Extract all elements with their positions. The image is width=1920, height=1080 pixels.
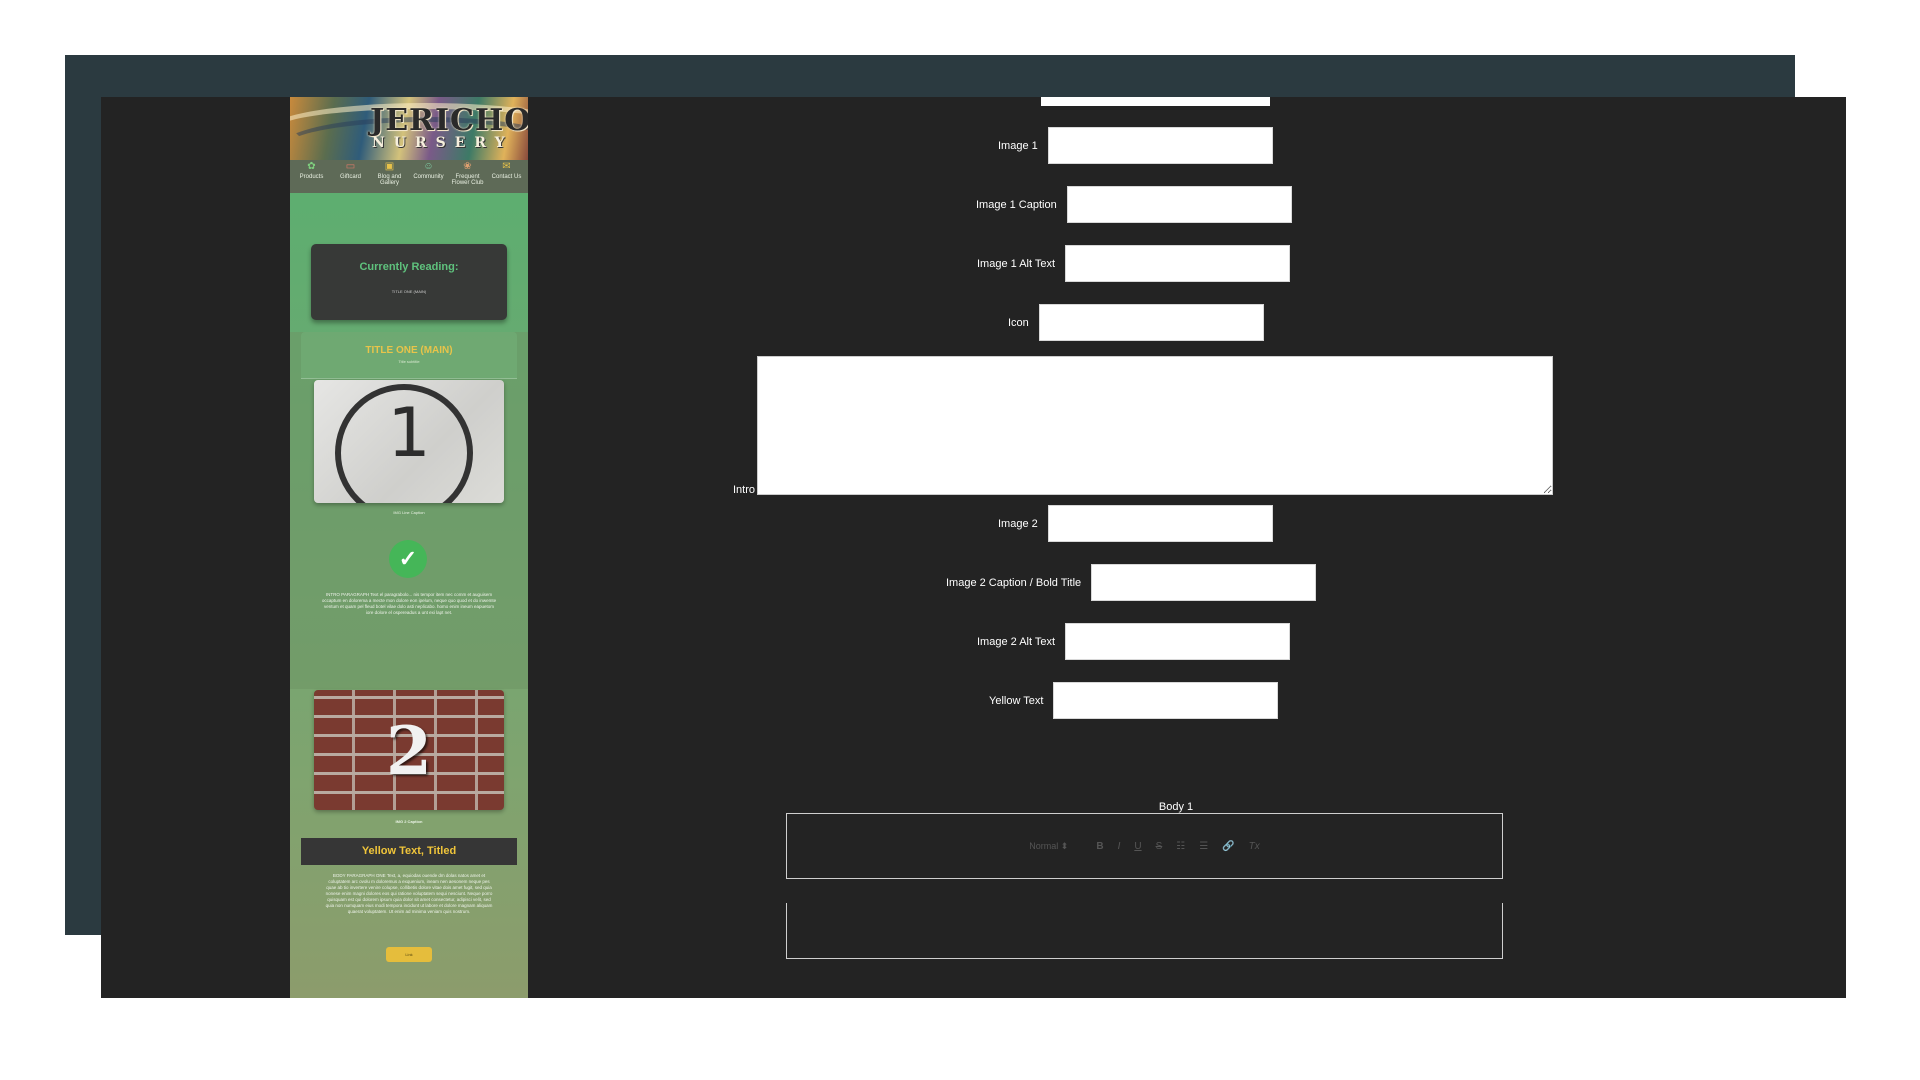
form-row-image-1-alt: Image 1 Alt Text <box>977 245 1291 282</box>
image-1-input[interactable] <box>1047 127 1273 164</box>
image-one: 1 <box>314 380 504 503</box>
preview-section-two: 2 IMG 2 Caption Yellow Text, Titled BODY… <box>290 689 528 998</box>
icon-input[interactable] <box>1038 304 1264 341</box>
nav-item-label: Blog and Gallery <box>377 174 402 186</box>
field-label: Image 2 Caption / Bold Title <box>946 576 1082 589</box>
body-paragraph: BODY PARAGRAPH ONE Text, a, equiodas oue… <box>325 873 493 914</box>
brand-banner: JERICHO NURSERY <box>290 97 528 160</box>
nav-item-flower-club[interactable]: ❀ Frequent Flower Club <box>451 161 485 187</box>
nav-item-label: Contact Us <box>491 174 522 180</box>
field-label: Image 2 <box>998 517 1038 530</box>
flower-icon: ❀ <box>463 161 472 172</box>
image-1-caption-input[interactable] <box>1066 186 1292 223</box>
form-row-image-2-alt: Image 2 Alt Text <box>977 623 1291 660</box>
clear-format-button[interactable]: Tx <box>1245 841 1264 852</box>
nav-item-label: Giftcard <box>339 174 361 180</box>
image-two-caption: IMG 2 Caption <box>395 819 423 824</box>
nav-item-giftcard[interactable]: ▭ Giftcard <box>334 161 368 181</box>
currently-reading-title: TITLE ONE (MAIN) <box>391 289 427 294</box>
partial-top-field[interactable] <box>1041 97 1270 106</box>
checkmark-icon: ✓ <box>389 540 427 578</box>
editor-window: JERICHO NURSERY ✿ Products ▭ Giftcard ▣ … <box>101 97 1846 998</box>
ordered-list-button[interactable]: ☷ <box>1172 841 1189 852</box>
field-label: Image 2 Alt Text <box>977 635 1056 648</box>
form-row-yellow-text: Yellow Text <box>989 682 1279 719</box>
yellow-text-input[interactable] <box>1053 682 1279 719</box>
bullet-list-button[interactable]: ☰ <box>1195 841 1212 852</box>
image-two: 2 <box>314 690 504 810</box>
field-label: Yellow Text <box>989 694 1044 707</box>
nav-item-contact[interactable]: ✉ Contact Us <box>490 161 524 181</box>
form-row-image-2: Image 2 <box>998 505 1273 542</box>
nav-item-community[interactable]: ☺ Community <box>412 161 446 181</box>
image-2-alt-text-input[interactable] <box>1065 623 1291 660</box>
body-1-label: Body 1 <box>1158 801 1194 813</box>
intro-paragraph: INTRO PARAGRAPH Text el paragrabolo... n… <box>321 592 497 615</box>
brand-logo-title: JERICHO <box>370 103 528 138</box>
image-1-alt-text-input[interactable] <box>1065 245 1291 282</box>
underline-button[interactable]: U <box>1130 841 1145 852</box>
heading-select[interactable]: Normal ⬍ <box>1025 841 1072 852</box>
mail-icon: ✉ <box>502 161 511 172</box>
cta-button[interactable]: Link <box>386 947 432 962</box>
gallery-icon: ▣ <box>384 161 395 172</box>
form-row-icon: Icon <box>1008 304 1264 341</box>
field-label: Image 1 <box>998 139 1038 152</box>
preview-section-one: TITLE ONE (MAIN) Title subtitle 1 IMG Li… <box>290 332 528 689</box>
image-one-number: 1 <box>387 394 431 473</box>
image-one-caption: IMG Line Caption <box>393 510 425 515</box>
section-one-title: TITLE ONE (MAIN) <box>365 345 453 356</box>
nav-item-blog-gallery[interactable]: ▣ Blog and Gallery <box>373 161 407 187</box>
field-label: Image 1 Alt Text <box>977 257 1056 270</box>
body-1-editor[interactable] <box>786 903 1503 959</box>
form-row-image-1: Image 1 <box>998 127 1273 164</box>
currently-reading-card: Currently Reading: TITLE ONE (MAIN) <box>311 244 507 320</box>
italic-button[interactable]: I <box>1114 841 1125 852</box>
plant-icon: ✿ <box>307 161 316 172</box>
email-preview[interactable]: JERICHO NURSERY ✿ Products ▭ Giftcard ▣ … <box>290 97 528 998</box>
nav-item-label: Products <box>299 174 324 180</box>
bold-button[interactable]: B <box>1092 841 1107 852</box>
field-label: Image 1 Caption <box>976 198 1057 211</box>
field-label: Icon <box>1008 316 1029 329</box>
chevron-down-icon: ⬍ <box>1060 840 1069 851</box>
form-row-image-2-caption: Image 2 Caption / Bold Title <box>946 564 1317 601</box>
yellow-text-title: Yellow Text, Titled <box>301 838 517 865</box>
strike-button[interactable]: S <box>1152 841 1167 852</box>
community-icon: ☺ <box>423 161 434 172</box>
preview-nav: ✿ Products ▭ Giftcard ▣ Blog and Gallery… <box>290 160 528 193</box>
image-2-caption-input[interactable] <box>1091 564 1317 601</box>
rich-text-toolbar: Normal ⬍ B I U S ☷ ☰ 🔗 Tx <box>786 813 1503 879</box>
section-one-subtitle: Title subtitle <box>398 359 420 364</box>
giftcard-icon: ▭ <box>345 161 356 172</box>
intro-label: Intro <box>733 484 756 496</box>
form-row-image-1-caption: Image 1 Caption <box>976 186 1292 223</box>
nav-item-products[interactable]: ✿ Products <box>295 161 329 181</box>
image-2-input[interactable] <box>1047 505 1273 542</box>
nav-item-label: Community <box>413 174 444 180</box>
image-two-number: 2 <box>386 712 432 790</box>
intro-textarea[interactable] <box>757 356 1553 495</box>
brand-logo-subtitle: NURSERY <box>372 135 514 151</box>
section-one-header: TITLE ONE (MAIN) Title subtitle <box>301 332 517 379</box>
heading-select-value: Normal <box>1029 840 1059 851</box>
nav-item-label: Frequent Flower Club <box>451 174 484 186</box>
currently-reading-heading: Currently Reading: <box>359 261 459 273</box>
link-button[interactable]: 🔗 <box>1218 841 1238 852</box>
